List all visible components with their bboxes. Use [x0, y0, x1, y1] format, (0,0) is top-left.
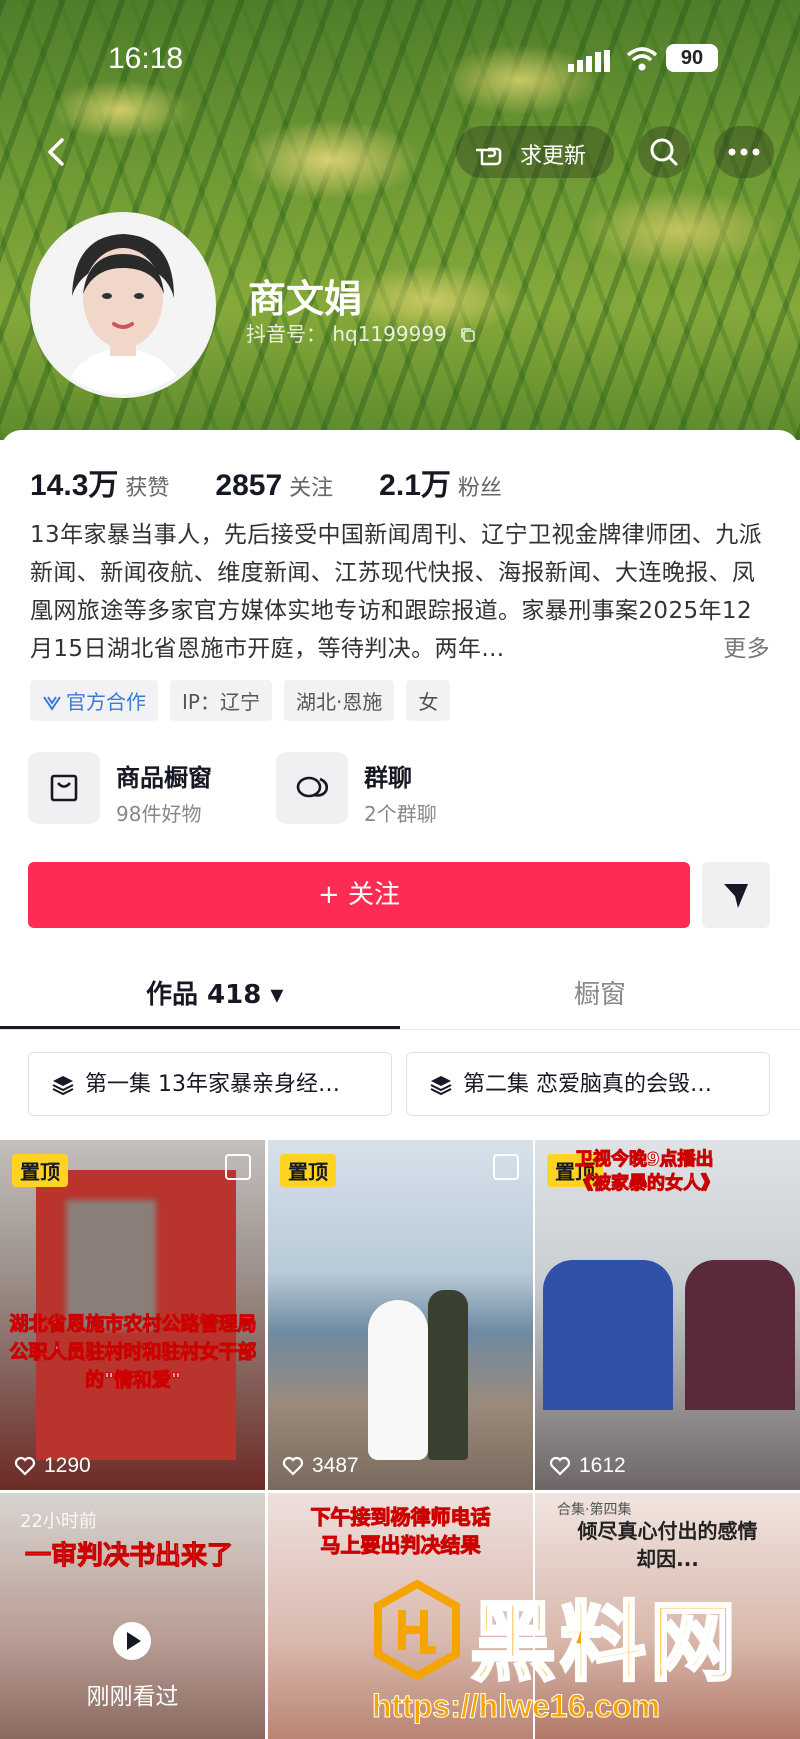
- video-thumb-2[interactable]: 置顶 3487: [268, 1140, 533, 1490]
- video-thumb-1[interactable]: 置顶 湖北省恩施市农村公路管理局 公职人员驻村时和驻村女干部的"情和爱" 129…: [0, 1140, 265, 1490]
- shop-bag-icon: [28, 752, 100, 824]
- video-overlay-text: 一审判决书出来了: [24, 1541, 233, 1572]
- heart-icon: [282, 1456, 304, 1476]
- douyin-id-text: 抖音号： hq1199999: [246, 322, 447, 346]
- like-count: 1290: [14, 1454, 91, 1478]
- stat-label: 关注: [289, 476, 334, 501]
- tag-location: 湖北·恩施: [283, 680, 395, 721]
- person-right: [685, 1260, 795, 1410]
- play-icon: [113, 1622, 151, 1660]
- hand-point-icon: [476, 147, 502, 166]
- select-checkbox[interactable]: [493, 1154, 519, 1180]
- stat-followers[interactable]: 2.1万 粉丝: [379, 469, 502, 502]
- stat-value: 2.1万: [379, 469, 451, 502]
- layers-icon: [430, 1076, 452, 1096]
- like-count-value: 3487: [312, 1454, 359, 1477]
- collection-2-label: 第二集 恋爱脑真的会毁…: [463, 1072, 712, 1097]
- group-sub: 2个群聊: [364, 802, 437, 826]
- battery-level: 90: [666, 44, 718, 72]
- video-time-label: 22小时前: [20, 1511, 97, 1532]
- tag-row: 官方合作 IP：辽宁 湖北·恩施 女: [30, 680, 451, 721]
- more-dots-icon: [728, 148, 760, 156]
- collection-2[interactable]: 第二集 恋爱脑真的会毁…: [406, 1052, 770, 1116]
- tag-ip: IP：辽宁: [170, 680, 272, 721]
- request-update-button[interactable]: 求更新: [456, 126, 614, 178]
- more-button[interactable]: [714, 126, 774, 178]
- search-button[interactable]: [638, 126, 690, 178]
- heart-icon: [14, 1456, 36, 1476]
- official-icon: [43, 696, 61, 711]
- video-overlay-text: 下午接到杨律师电话 马上要出判决结果: [310, 1505, 491, 1558]
- stat-label: 获赞: [125, 476, 170, 501]
- video-thumb-4[interactable]: 22小时前 一审判决书出来了 刚刚看过: [0, 1493, 265, 1739]
- select-checkbox[interactable]: [225, 1154, 251, 1180]
- status-time: 16:18: [108, 42, 184, 75]
- video-thumb-3[interactable]: 置顶 卫视今晚9点播出 《被家暴的女人》 1612: [535, 1140, 800, 1490]
- tab-showcase[interactable]: 橱窗: [574, 974, 626, 1011]
- avatar-portrait: [34, 216, 212, 394]
- request-update-label: 求更新: [520, 144, 587, 169]
- group-title: 群聊: [364, 764, 412, 792]
- like-count-value: 1290: [44, 1454, 91, 1477]
- like-count: 3487: [282, 1454, 359, 1478]
- signal-icon: [568, 50, 610, 72]
- profile-name: 商文娟: [248, 277, 363, 321]
- tab-works[interactable]: 作品 418 ▾: [146, 974, 283, 1011]
- share-button[interactable]: [702, 862, 770, 928]
- search-icon: [650, 138, 678, 166]
- heart-icon: [549, 1456, 571, 1476]
- video-overlay-text: 湖北省恩施市农村公路管理局 公职人员驻村时和驻村女干部的"情和爱": [9, 1313, 257, 1392]
- collection-1[interactable]: 第一集 13年家暴亲身经…: [28, 1052, 392, 1116]
- stat-label: 粉丝: [457, 476, 502, 501]
- recently-watched-label: 刚刚看过: [86, 1684, 179, 1710]
- stat-following[interactable]: 2857 关注: [215, 469, 334, 502]
- bio-more-link[interactable]: 更多: [723, 630, 770, 668]
- pinned-badge: 置顶: [12, 1154, 68, 1187]
- like-count-value: 1612: [579, 1454, 626, 1477]
- groom-figure: [428, 1290, 468, 1460]
- collection-1-label: 第一集 13年家暴亲身经…: [85, 1072, 340, 1097]
- tag-gender: 女: [406, 680, 451, 721]
- stat-likes[interactable]: 14.3万 获赞: [30, 469, 170, 502]
- watermark-brand: 黑料网: [469, 1592, 740, 1695]
- watermark-logo-icon: [374, 1580, 460, 1680]
- shop-sub: 98件好物: [116, 802, 202, 826]
- stat-value: 2857: [215, 469, 283, 502]
- pinned-badge: 置顶: [280, 1154, 336, 1187]
- wifi-icon: [626, 47, 658, 71]
- collection-episode-label: 合集·第四集: [557, 1502, 632, 1518]
- like-count: 1612: [549, 1454, 626, 1478]
- shop-title: 商品橱窗: [116, 764, 212, 792]
- stat-value: 14.3万: [30, 469, 119, 502]
- avatar[interactable]: [30, 212, 216, 398]
- tab-divider: [0, 1029, 800, 1030]
- tag-official[interactable]: 官方合作: [30, 680, 158, 721]
- video-overlay-text: 倾尽真心付出的感情 却因...: [577, 1519, 758, 1571]
- tag-official-label: 官方合作: [66, 690, 146, 714]
- bio: 13年家暴当事人，先后接受中国新闻周刊、辽宁卫视金牌律师团、九派新闻、新闻夜航、…: [30, 516, 770, 668]
- follow-button[interactable]: + 关注: [28, 862, 690, 928]
- watermark-url: https://hlwe16.com: [371, 1688, 661, 1725]
- stats-row: 14.3万 获赞 2857 关注 2.1万 粉丝: [30, 460, 502, 504]
- watermark: 黑料网 https://hlwe16.com: [371, 1570, 792, 1730]
- chat-bubble-icon: [276, 752, 348, 824]
- video-overlay-text: 卫视今晚9点播出 《被家暴的女人》: [575, 1149, 720, 1195]
- status-bar: 16:18 90: [0, 36, 800, 76]
- layers-icon: [52, 1076, 74, 1096]
- back-arrow-icon[interactable]: [38, 132, 78, 172]
- bio-text: 13年家暴当事人，先后接受中国新闻周刊、辽宁卫视金牌律师团、九派新闻、新闻夜航、…: [30, 522, 763, 662]
- person-left: [543, 1260, 673, 1410]
- send-arrow-icon: [724, 884, 748, 908]
- copy-icon[interactable]: [459, 326, 477, 344]
- douyin-id[interactable]: 抖音号： hq1199999: [246, 318, 477, 347]
- bride-figure: [368, 1300, 428, 1460]
